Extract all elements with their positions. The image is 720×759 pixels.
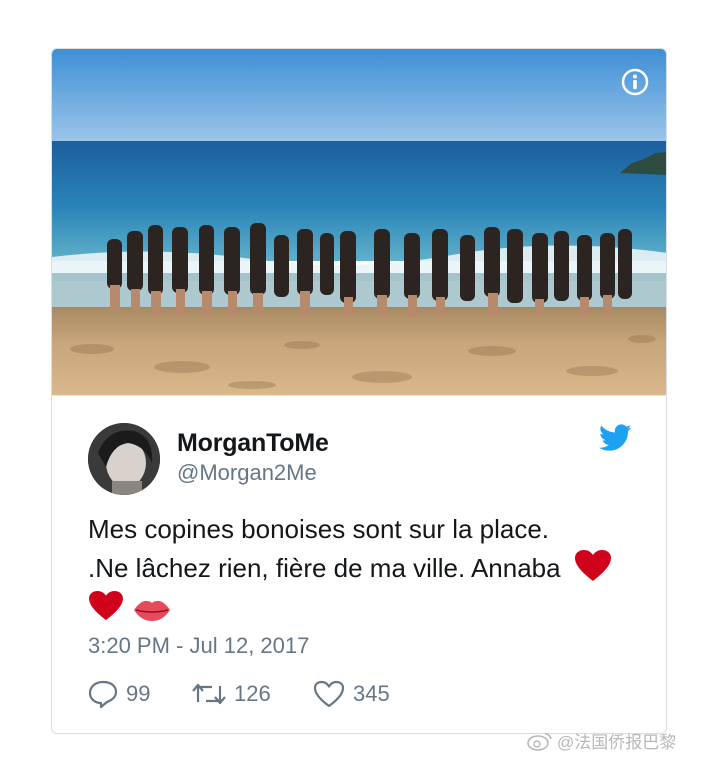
tweet-text-line-2: .Ne lâchez rien, fière de ma ville. Anna… (88, 553, 561, 583)
avatar[interactable] (88, 423, 160, 495)
reply-button[interactable]: 99 (88, 679, 150, 709)
tweet-photo[interactable] (52, 49, 667, 395)
watermark-text: @法国侨报巴黎 (557, 733, 677, 752)
tweet-text-line-1: Mes copines bonoises sont sur la place. (88, 514, 550, 544)
like-button[interactable]: 345 (313, 679, 390, 709)
photo-divider (52, 395, 666, 396)
tweet-text-line-3 (88, 588, 648, 627)
retweet-button[interactable]: 126 (192, 679, 271, 709)
tweet-text: Mes copines bonoises sont sur la place. … (88, 510, 648, 627)
info-icon[interactable] (621, 68, 649, 96)
heart-icon (313, 680, 345, 708)
tweet-card[interactable]: MorganToMe @Morgan2Me Mes copines bonois… (51, 48, 667, 734)
like-count: 345 (353, 681, 390, 706)
watermark: @法国侨报巴黎 (527, 728, 676, 753)
twitter-bird-icon[interactable] (599, 424, 632, 452)
weibo-icon (527, 732, 552, 751)
retweet-icon (192, 683, 226, 705)
retweet-count: 126 (234, 681, 271, 706)
tweet-timestamp[interactable]: 3:20 PM - Jul 12, 2017 (88, 633, 309, 659)
red-heart-emoji (574, 550, 611, 581)
tweet-text-line-2-wrap: .Ne lâchez rien, fière de ma ville. Anna… (88, 549, 648, 588)
red-heart-emoji (89, 590, 123, 621)
display-name[interactable]: MorganToMe (177, 429, 329, 458)
reply-icon (88, 680, 118, 708)
reply-count: 99 (126, 681, 151, 706)
user-handle[interactable]: @Morgan2Me (177, 460, 317, 486)
lips-emoji (134, 600, 171, 621)
tweet-actions: 99 126 345 (88, 679, 648, 709)
